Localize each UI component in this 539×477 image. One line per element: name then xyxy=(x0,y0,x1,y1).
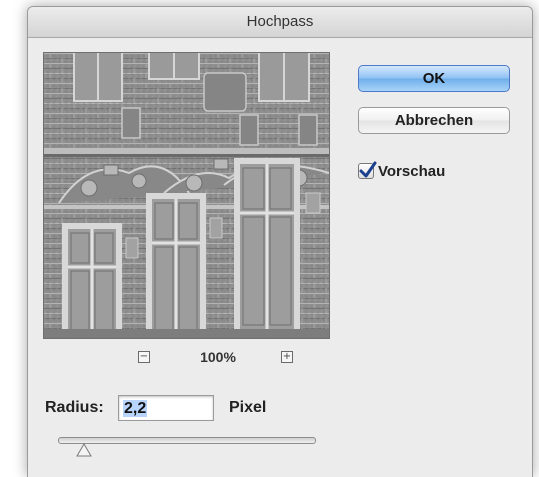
radius-slider-track[interactable] xyxy=(58,437,316,444)
dialog-title: Hochpass xyxy=(28,7,532,38)
ok-button[interactable]: OK xyxy=(358,65,510,92)
radius-label: Radius: xyxy=(45,399,104,416)
checkmark-icon xyxy=(359,161,377,178)
zoom-out-icon[interactable]: − xyxy=(138,351,150,363)
cancel-button[interactable]: Abbrechen xyxy=(358,107,510,134)
zoom-level: 100% xyxy=(200,349,236,365)
radius-unit-label: Pixel xyxy=(229,399,267,416)
radius-value: 2,2 xyxy=(123,400,148,417)
zoom-in-icon[interactable]: + xyxy=(281,351,293,363)
preview-checkbox-row[interactable]: Vorschau xyxy=(358,160,445,182)
hochpass-dialog: Hochpass − 100% + OK Abbrechen Vorschau … xyxy=(27,6,533,477)
building-facade-preview xyxy=(44,53,329,338)
preview-checkbox[interactable] xyxy=(358,161,377,179)
preview-checkbox-label: Vorschau xyxy=(378,162,446,180)
zoom-controls: − 100% + xyxy=(43,347,330,369)
filter-preview-image[interactable] xyxy=(43,52,330,339)
radius-slider-thumb[interactable] xyxy=(75,443,92,457)
radius-input[interactable]: 2,2 xyxy=(118,395,214,421)
